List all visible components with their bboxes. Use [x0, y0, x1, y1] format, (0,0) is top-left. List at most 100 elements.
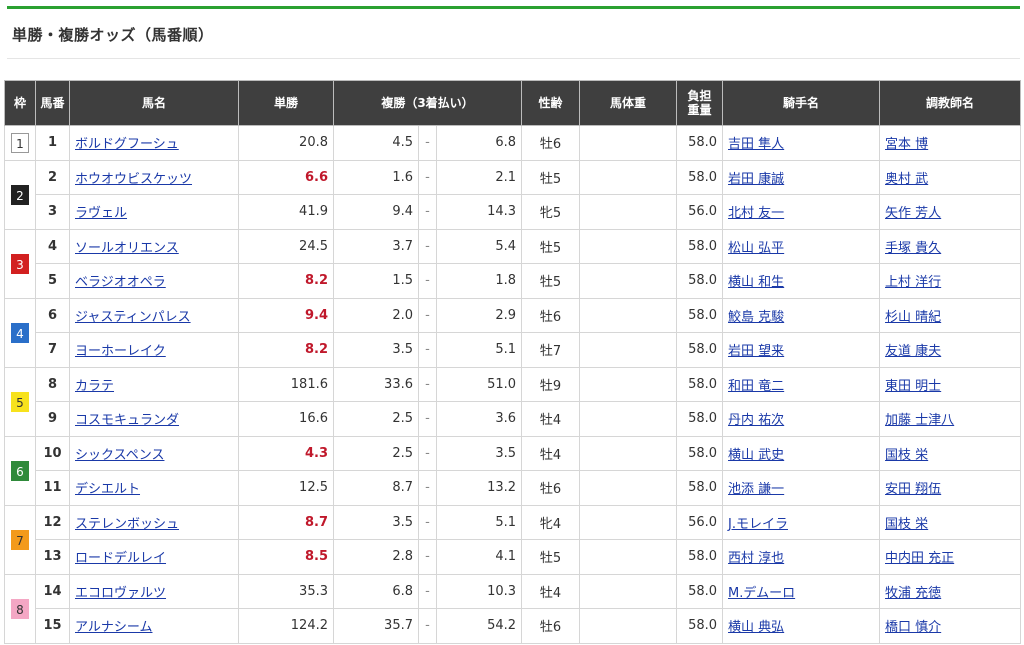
place-odds-min: 1.5 [333, 263, 419, 299]
jockey-link[interactable]: 横山 和生 [728, 275, 784, 290]
trainer-link[interactable]: 矢作 芳人 [885, 206, 941, 221]
trainer-link[interactable]: 安田 翔伍 [885, 482, 941, 497]
header-umaban: 馬番 [35, 80, 70, 126]
win-odds: 6.6 [238, 159, 334, 195]
burden-weight: 58.0 [676, 332, 724, 368]
horse-name-cell: ボルドグフーシュ [69, 125, 239, 161]
waku-cell: 1 [4, 125, 36, 161]
trainer-link[interactable]: 中内田 充正 [885, 551, 954, 566]
horse-name-link[interactable]: ラヴェル [75, 206, 127, 221]
jockey-link[interactable]: 西村 淳也 [728, 551, 784, 566]
horse-name-link[interactable]: ソールオリエンス [75, 241, 179, 256]
trainer-link[interactable]: 友道 康夫 [885, 344, 941, 359]
waku-badge: 7 [11, 529, 29, 550]
trainer-link[interactable]: 橋口 慎介 [885, 620, 941, 635]
body-weight [579, 159, 678, 195]
trainer-link[interactable]: 牧浦 充徳 [885, 586, 941, 601]
jockey-link[interactable]: 松山 弘平 [728, 241, 784, 256]
jockey-link[interactable]: 岩田 康誠 [728, 172, 784, 187]
horse-name-cell: アルナシーム [69, 608, 239, 644]
jockey-link[interactable]: 丹内 祐次 [728, 413, 784, 428]
place-odds-separator: - [418, 332, 437, 368]
place-odds-min: 2.5 [333, 401, 419, 437]
burden-weight: 58.0 [676, 573, 724, 609]
waku-cell: 6 [4, 435, 36, 506]
horse-name-cell: ラヴェル [69, 194, 239, 230]
trainer-cell: 東田 明士 [879, 366, 1022, 402]
horse-name-link[interactable]: エコロヴァルツ [75, 586, 166, 601]
jockey-link[interactable]: 横山 武史 [728, 448, 784, 463]
jockey-link[interactable]: 岩田 望来 [728, 344, 784, 359]
burden-weight: 56.0 [676, 504, 724, 540]
jockey-link[interactable]: 吉田 隼人 [728, 137, 784, 152]
trainer-cell: 友道 康夫 [879, 332, 1022, 368]
title-divider [7, 58, 1020, 59]
burden-weight: 58.0 [676, 159, 724, 195]
table-row: 15 アルナシーム 124.2 35.7-54.2 牡6 58.0 横山 典弘 橋口 慎介 [5, 608, 1022, 644]
jockey-link[interactable]: 和田 竜二 [728, 379, 784, 394]
horse-number: 10 [35, 435, 70, 471]
horse-name-link[interactable]: ステレンボッシュ [75, 517, 179, 532]
body-weight [579, 366, 678, 402]
header-burden-weight: 負担 重量 [676, 80, 724, 126]
trainer-link[interactable]: 手塚 貴久 [885, 241, 941, 256]
trainer-link[interactable]: 宮本 博 [885, 137, 928, 152]
horse-name-link[interactable]: コスモキュランダ [75, 413, 179, 428]
place-odds-max: 51.0 [435, 366, 523, 402]
trainer-link[interactable]: 東田 明士 [885, 379, 941, 394]
trainer-cell: 上村 洋行 [879, 263, 1022, 299]
place-odds-max: 1.8 [435, 263, 523, 299]
horse-name-link[interactable]: アルナシーム [75, 620, 152, 635]
horse-name-cell: エコロヴァルツ [69, 573, 239, 609]
table-row: 5 ベラジオオペラ 8.2 1.5-1.8 牡5 58.0 横山 和生 上村 洋行 [5, 263, 1022, 299]
body-weight [579, 332, 678, 368]
place-odds-min: 9.4 [333, 194, 419, 230]
waku-badge: 1 [11, 132, 29, 153]
burden-weight: 58.0 [676, 366, 724, 402]
sex-age: 牡5 [521, 539, 581, 575]
jockey-link[interactable]: 横山 典弘 [728, 620, 784, 635]
horse-number: 11 [35, 470, 70, 506]
trainer-link[interactable]: 杉山 晴紀 [885, 310, 941, 325]
body-weight [579, 194, 678, 230]
trainer-link[interactable]: 加藤 士津八 [885, 413, 954, 428]
trainer-cell: 矢作 芳人 [879, 194, 1022, 230]
table-row: 1 1 ボルドグフーシュ 20.8 4.5-6.8 牡6 58.0 吉田 隼人 宮本 博 [4, 125, 1022, 161]
trainer-cell: 牧浦 充徳 [879, 573, 1022, 609]
trainer-link[interactable]: 上村 洋行 [885, 275, 941, 290]
body-weight [579, 125, 678, 161]
header-trainer: 調教師名 [879, 80, 1022, 126]
burden-weight: 58.0 [676, 401, 724, 437]
jockey-link[interactable]: 池添 謙一 [728, 482, 784, 497]
trainer-link[interactable]: 奥村 武 [885, 172, 928, 187]
jockey-link[interactable]: M.デムーロ [728, 586, 795, 601]
jockey-link[interactable]: 鮫島 克駿 [728, 310, 784, 325]
waku-cell: 4 [4, 297, 36, 368]
place-odds-separator: - [418, 366, 437, 402]
horse-name-link[interactable]: デシエルト [75, 482, 140, 497]
place-odds-max: 14.3 [435, 194, 523, 230]
horse-name-link[interactable]: ボルドグフーシュ [75, 137, 179, 152]
jockey-link[interactable]: 北村 友一 [728, 206, 784, 221]
header-body-weight: 馬体重 [579, 80, 678, 126]
horse-name-link[interactable]: カラテ [75, 379, 114, 394]
trainer-cell: 中内田 充正 [879, 539, 1022, 575]
jockey-link[interactable]: J.モレイラ [728, 517, 788, 532]
place-odds-max: 2.9 [435, 297, 523, 333]
horse-name-link[interactable]: シックスペンス [75, 448, 164, 463]
jockey-cell: J.モレイラ [722, 504, 881, 540]
horse-name-link[interactable]: ホウオウビスケッツ [75, 172, 192, 187]
win-odds: 41.9 [238, 194, 334, 230]
body-weight [579, 401, 678, 437]
trainer-link[interactable]: 国枝 栄 [885, 448, 928, 463]
horse-number: 8 [35, 366, 70, 402]
horse-name-link[interactable]: ヨーホーレイク [75, 344, 166, 359]
waku-badge: 8 [11, 598, 29, 619]
horse-name-link[interactable]: ベラジオオペラ [75, 275, 166, 290]
trainer-link[interactable]: 国枝 栄 [885, 517, 928, 532]
horse-name-link[interactable]: ロードデルレイ [75, 551, 166, 566]
waku-badge: 2 [11, 184, 29, 205]
trainer-cell: 安田 翔伍 [879, 470, 1022, 506]
table-row: 11 デシエルト 12.5 8.7-13.2 牡6 58.0 池添 謙一 安田 翔伍 [5, 470, 1022, 506]
horse-name-link[interactable]: ジャスティンパレス [75, 310, 191, 325]
